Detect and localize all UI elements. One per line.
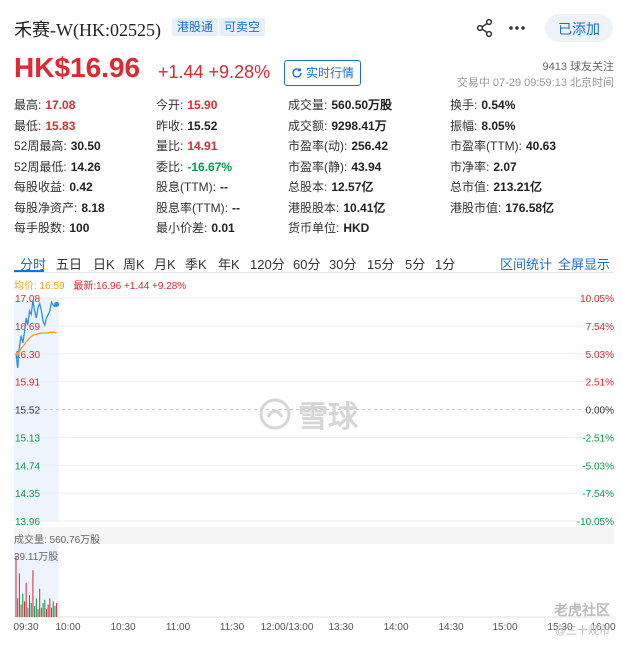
volume-bar bbox=[29, 595, 31, 617]
snowball-logo-icon bbox=[259, 398, 291, 430]
volume-bar bbox=[35, 598, 37, 617]
pct-tick-label: 10.05% bbox=[580, 294, 614, 305]
volume-bar bbox=[18, 573, 20, 617]
volume-bar bbox=[15, 556, 17, 617]
volume-bar bbox=[40, 607, 42, 617]
volume-bar bbox=[42, 602, 44, 617]
pct-tick-label: 2.51% bbox=[586, 378, 614, 389]
time-tick-label: 10:30 bbox=[110, 622, 135, 633]
pct-tick-label: -7.54% bbox=[582, 489, 614, 500]
time-tick-label: 10:00 bbox=[55, 622, 80, 633]
pct-tick-label: 5.03% bbox=[586, 350, 614, 361]
time-tick-label: 11:30 bbox=[220, 622, 245, 633]
volume-bar bbox=[25, 582, 27, 617]
time-tick-label: 12:00/13:00 bbox=[261, 622, 314, 633]
volume-bar bbox=[30, 602, 32, 617]
pct-tick-label: -2.51% bbox=[582, 433, 614, 444]
volume-bar bbox=[47, 604, 49, 617]
volume-header-band bbox=[14, 527, 614, 544]
volume-bar bbox=[27, 607, 29, 617]
pct-tick-label: 7.54% bbox=[586, 322, 614, 333]
watermark: 雪球 bbox=[258, 392, 358, 436]
volume-bar bbox=[34, 606, 36, 617]
time-tick-label: 15:00 bbox=[492, 622, 517, 633]
price-tick-label: 17.08 bbox=[15, 294, 40, 305]
time-tick-label: 14:00 bbox=[383, 622, 408, 633]
volume-bar bbox=[51, 607, 53, 617]
pct-tick-label: -5.03% bbox=[582, 461, 614, 472]
price-tick-label: 15.13 bbox=[15, 433, 40, 444]
volume-bar bbox=[37, 609, 39, 617]
pct-tick-label: -10.05% bbox=[577, 517, 614, 528]
time-tick-label: 13:30 bbox=[328, 622, 353, 633]
volume-bar bbox=[39, 588, 41, 617]
latest-price-dot bbox=[54, 301, 60, 307]
volume-bar bbox=[22, 593, 24, 617]
price-tick-label: 14.74 bbox=[15, 461, 40, 472]
volume-bar bbox=[52, 601, 54, 617]
volume-bar bbox=[20, 604, 22, 617]
volume-bar bbox=[54, 606, 56, 617]
time-tick-label: 11:00 bbox=[166, 622, 191, 633]
volume-bar bbox=[49, 598, 51, 617]
volume-bar bbox=[17, 598, 19, 617]
time-tick-label: 09:30 bbox=[13, 622, 38, 633]
price-tick-label: 15.52 bbox=[15, 406, 40, 417]
price-tick-label: 13.96 bbox=[15, 517, 40, 528]
volume-bar bbox=[45, 609, 47, 617]
watermark-text: 雪球 bbox=[298, 401, 358, 434]
volume-label: 成交量: 560.76万股 bbox=[14, 535, 101, 546]
volume-bar bbox=[56, 602, 58, 617]
price-tick-label: 14.35 bbox=[15, 489, 40, 500]
intraday-chart[interactable]: 17.08 10.05%16.69 7.54%16.30 5.03%15.91 2.51… bbox=[0, 0, 622, 646]
tiger-community-brand: 老虎社区 bbox=[554, 602, 610, 618]
volume-max-label: 39.11万股 bbox=[14, 552, 59, 563]
volume-bar bbox=[44, 599, 46, 617]
price-tick-label: 15.91 bbox=[15, 378, 40, 389]
volume-bar bbox=[23, 601, 25, 617]
author-handle: @三十观市 bbox=[554, 625, 610, 637]
pct-tick-label: 0.00% bbox=[586, 406, 614, 417]
time-tick-label: 14:30 bbox=[438, 622, 463, 633]
volume-bar bbox=[32, 570, 34, 617]
